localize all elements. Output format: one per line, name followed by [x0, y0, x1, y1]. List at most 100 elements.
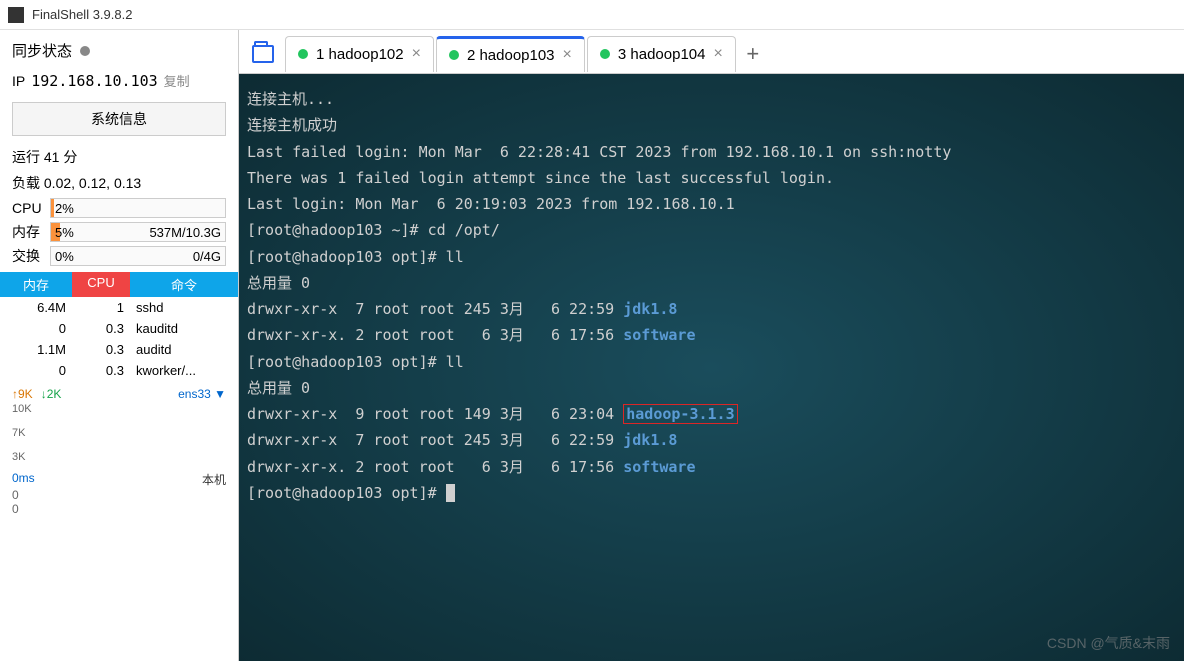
terminal-line: drwxr-xr-x. 2 root root 6 3月 6 17:56 sof…	[247, 322, 1176, 348]
proc-mem: 0	[0, 360, 72, 381]
directory-name: software	[623, 458, 695, 476]
titlebar: FinalShell 3.9.8.2	[0, 0, 1184, 30]
content-area: 1 hadoop102 × 2 hadoop103 × 3 hadoop104 × + 连…	[239, 30, 1184, 661]
titlebar-text: FinalShell 3.9.8.2	[32, 7, 132, 22]
status-dot-icon	[449, 50, 459, 60]
network-chart: 10K 7K 3K	[12, 403, 226, 463]
directory-name: jdk1.8	[623, 300, 677, 318]
mem-label: 内存	[12, 222, 46, 242]
terminal[interactable]: 连接主机...连接主机成功Last failed login: Mon Mar …	[239, 74, 1184, 661]
terminal-line: 总用量 0	[247, 375, 1176, 401]
status-dot-icon	[600, 49, 610, 59]
tab-label: 2 hadoop103	[467, 47, 555, 64]
swap-val: 0/4G	[193, 249, 221, 264]
cpu-bar: 2%	[50, 198, 226, 218]
mem-metric: 内存 5% 537M/10.3G	[0, 220, 238, 244]
terminal-line: 连接主机成功	[247, 112, 1176, 138]
tab[interactable]: 1 hadoop102 ×	[285, 36, 434, 72]
watermark: CSDN @气质&末雨	[1047, 633, 1170, 653]
status-dot-icon	[298, 49, 308, 59]
network-section: 9K 2K ens33 ▼ 10K 7K 3K	[0, 387, 238, 463]
terminal-line: drwxr-xr-x. 2 root root 6 3月 6 17:56 sof…	[247, 454, 1176, 480]
mem-val: 537M/10.3G	[149, 225, 221, 240]
header-cpu[interactable]: CPU	[72, 272, 130, 297]
proc-mem: 0	[0, 318, 72, 339]
swap-label: 交换	[12, 246, 46, 266]
load-line: 负载 0.02, 0.12, 0.13	[0, 170, 238, 196]
cursor-icon	[446, 484, 455, 502]
terminal-line: [root@hadoop103 ~]# cd /opt/	[247, 217, 1176, 243]
terminal-line: [root@hadoop103 opt]# ll	[247, 244, 1176, 270]
header-cmd[interactable]: 命令	[130, 272, 238, 297]
ip-row: IP 192.168.10.103 复制	[0, 67, 238, 98]
folder-button[interactable]	[243, 36, 283, 72]
terminal-line: Last failed login: Mon Mar 6 22:28:41 CS…	[247, 139, 1176, 165]
table-row[interactable]: 00.3kworker/...	[0, 360, 238, 381]
sync-status: 同步状态	[0, 30, 238, 67]
cpu-label: CPU	[12, 200, 46, 216]
ping-v2: 0	[12, 502, 226, 516]
proc-cpu: 0.3	[72, 339, 130, 360]
terminal-line: 连接主机...	[247, 86, 1176, 112]
proc-cpu: 0.3	[72, 318, 130, 339]
proc-cmd: kauditd	[130, 318, 238, 339]
net-interface-select[interactable]: ens33 ▼	[178, 387, 226, 401]
proc-mem: 1.1M	[0, 339, 72, 360]
swap-pct: 0%	[51, 249, 74, 264]
runtime-line: 运行 41 分	[0, 144, 238, 170]
proc-mem: 6.4M	[0, 297, 72, 318]
sync-label: 同步状态	[12, 40, 72, 61]
directory-name: software	[623, 326, 695, 344]
proc-cmd: auditd	[130, 339, 238, 360]
tab-label: 1 hadoop102	[316, 46, 404, 63]
ping-section: 0ms 本机 0 0	[0, 471, 238, 516]
ping-ms: 0ms	[12, 471, 35, 488]
terminal-line: 总用量 0	[247, 270, 1176, 296]
mem-bar: 5% 537M/10.3G	[50, 222, 226, 242]
close-icon[interactable]: ×	[713, 45, 722, 63]
terminal-line: [root@hadoop103 opt]#	[247, 480, 1176, 506]
proc-cpu: 0.3	[72, 360, 130, 381]
cpu-pct: 2%	[51, 201, 74, 216]
header-mem[interactable]: 内存	[0, 272, 72, 297]
process-table: 内存 CPU 命令 6.4M1sshd00.3kauditd1.1M0.3aud…	[0, 272, 238, 381]
sync-dot-icon	[80, 46, 90, 56]
net-up: 9K	[12, 387, 33, 401]
terminal-line: drwxr-xr-x 9 root root 149 3月 6 23:04 ha…	[247, 401, 1176, 427]
tab[interactable]: 3 hadoop104 ×	[587, 36, 736, 72]
terminal-line: [root@hadoop103 opt]# ll	[247, 349, 1176, 375]
net-ylabels: 10K 7K 3K	[12, 403, 32, 463]
terminal-line: There was 1 failed login attempt since t…	[247, 165, 1176, 191]
table-row[interactable]: 6.4M1sshd	[0, 297, 238, 318]
add-tab-button[interactable]: +	[738, 41, 768, 67]
folder-icon	[252, 45, 274, 63]
swap-bar: 0% 0/4G	[50, 246, 226, 266]
terminal-line: drwxr-xr-x 7 root root 245 3月 6 22:59 jd…	[247, 296, 1176, 322]
net-down: 2K	[41, 387, 62, 401]
close-icon[interactable]: ×	[412, 45, 421, 63]
tab[interactable]: 2 hadoop103 ×	[436, 36, 585, 72]
swap-metric: 交换 0% 0/4G	[0, 244, 238, 268]
close-icon[interactable]: ×	[563, 46, 572, 64]
ip-value: 192.168.10.103	[31, 72, 157, 90]
table-row[interactable]: 1.1M0.3auditd	[0, 339, 238, 360]
tabs-row: 1 hadoop102 × 2 hadoop103 × 3 hadoop104 × +	[239, 30, 1184, 74]
ping-v1: 0	[12, 488, 226, 502]
terminal-line: drwxr-xr-x 7 root root 245 3月 6 22:59 jd…	[247, 427, 1176, 453]
cpu-metric: CPU 2%	[0, 196, 238, 220]
terminal-line: Last login: Mon Mar 6 20:19:03 2023 from…	[247, 191, 1176, 217]
process-header[interactable]: 内存 CPU 命令	[0, 272, 238, 297]
proc-cpu: 1	[72, 297, 130, 318]
directory-name: hadoop-3.1.3	[623, 404, 737, 424]
system-info-button[interactable]: 系统信息	[12, 102, 226, 136]
app-icon	[8, 7, 24, 23]
ping-label: 本机	[202, 471, 226, 488]
proc-cmd: kworker/...	[130, 360, 238, 381]
table-row[interactable]: 00.3kauditd	[0, 318, 238, 339]
mem-pct: 5%	[51, 225, 74, 240]
tab-label: 3 hadoop104	[618, 46, 706, 63]
copy-button[interactable]: 复制	[164, 71, 190, 90]
directory-name: jdk1.8	[623, 431, 677, 449]
ip-label: IP	[12, 73, 25, 89]
proc-cmd: sshd	[130, 297, 238, 318]
